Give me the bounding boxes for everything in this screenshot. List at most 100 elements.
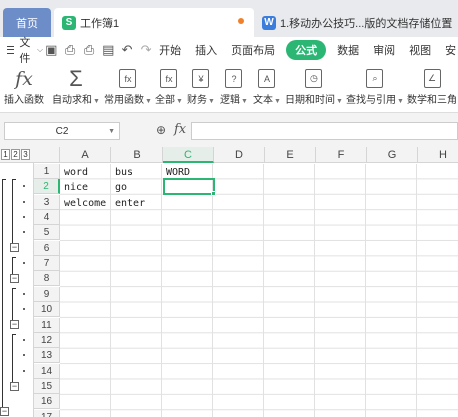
cell-b3[interactable]: enter [112, 196, 163, 211]
outline-dot [23, 370, 25, 372]
column-header-e[interactable]: E [265, 147, 316, 163]
chevron-down-icon[interactable]: ▼ [108, 128, 115, 135]
row-header[interactable]: 2 [34, 179, 60, 194]
column-header-c[interactable]: C [163, 147, 214, 163]
save-icon[interactable]: ▣ [45, 42, 57, 58]
cell-b2[interactable]: go [112, 180, 163, 195]
outline-dot [23, 216, 25, 218]
finance-button[interactable]: ¥ 财务▼ [187, 67, 215, 106]
row-header[interactable]: 5 [34, 225, 60, 240]
formula-bar: C2 ▼ ⊕ fx [0, 113, 458, 147]
math-button[interactable]: ∠ 数学和三角 [407, 67, 457, 106]
menu-item-security[interactable]: 安 [438, 42, 458, 58]
outline-bracket [12, 334, 13, 382]
name-box[interactable]: C2 ▼ [4, 122, 120, 140]
menu-item-start[interactable]: 开始 [152, 42, 188, 58]
row-header[interactable]: 17 [34, 410, 60, 417]
cell-b1[interactable]: bus [112, 165, 163, 180]
column-headers: A B C D E F G H [34, 147, 458, 163]
fx-icon[interactable]: fx [174, 122, 186, 137]
text-label: 文本 [253, 95, 273, 106]
row-outline-bar: − − − − − [0, 163, 34, 417]
file-menu-label: 文件 [19, 37, 31, 65]
select-all-corner[interactable] [34, 147, 60, 163]
row-header[interactable]: 12 [34, 333, 60, 348]
cell-a1[interactable]: word [61, 165, 112, 180]
unsaved-dot-icon [238, 18, 244, 24]
outline-level-2[interactable]: 2 [11, 149, 20, 160]
document-icon: W [262, 15, 276, 30]
insert-function-label: 插入函数 [4, 95, 44, 106]
cell-a3[interactable]: welcome [61, 196, 112, 211]
menu-item-formulas[interactable]: 公式 [286, 40, 327, 60]
formula-input[interactable] [191, 122, 458, 140]
tab-workbook[interactable]: S 工作簿1 [54, 8, 254, 37]
tab-home[interactable]: 首页 [3, 8, 51, 37]
collapse-group-button[interactable]: − [10, 274, 19, 283]
print-preview-icon[interactable]: ⎙ [64, 42, 76, 58]
datetime-button[interactable]: ◷ 日期和时间▼ [285, 67, 343, 106]
math-label: 数学和三角 [407, 95, 457, 106]
row-header[interactable]: 14 [34, 364, 60, 379]
outline-level-3[interactable]: 3 [21, 149, 30, 160]
outline-bracket [12, 257, 13, 274]
column-header-a[interactable]: A [60, 147, 111, 163]
collapse-group-button[interactable]: − [10, 243, 19, 252]
active-cell-c2[interactable] [163, 178, 215, 195]
row-header[interactable]: 3 [34, 195, 60, 210]
row-header[interactable]: 4 [34, 210, 60, 225]
zoom-icon[interactable]: ⊕ [156, 123, 166, 137]
redo-icon[interactable]: ↷ [140, 42, 152, 58]
common-functions-icon: fx [119, 69, 137, 88]
all-functions-button[interactable]: fx 全部▼ [155, 67, 183, 106]
column-header-h[interactable]: H [418, 147, 458, 163]
autosum-button[interactable]: Σ 自动求和▼ [52, 66, 100, 106]
menu-item-insert[interactable]: 插入 [188, 42, 224, 58]
column-header-b[interactable]: B [112, 147, 163, 163]
tab-document[interactable]: W 1.移动办公技巧...版的文档存储位置 [256, 8, 458, 37]
outline-bracket-top [12, 179, 16, 180]
collapse-group-button[interactable]: − [10, 320, 19, 329]
text-button[interactable]: A 文本▼ [253, 67, 281, 106]
row-header[interactable]: 11 [34, 318, 60, 333]
outline-dot [23, 231, 25, 233]
finance-icon: ¥ [192, 69, 210, 88]
print-icon[interactable]: ⎙ [83, 42, 95, 58]
all-functions-icon: fx [160, 69, 178, 88]
file-menu[interactable]: 文件 ⌵ [0, 34, 43, 66]
lookup-button[interactable]: ⌕ 查找与引用▼ [346, 67, 404, 106]
menu-item-view[interactable]: 视图 [402, 42, 438, 58]
lookup-label: 查找与引用 [346, 95, 396, 106]
outline-bracket [2, 179, 3, 411]
outline-level-buttons: 1 2 3 [0, 147, 34, 163]
quick-access-toolbar: ▣ ⎙ ⎙ ▤ ↶ ↷ [43, 42, 152, 58]
menu-item-data[interactable]: 数据 [330, 42, 366, 58]
outline-level-1[interactable]: 1 [1, 149, 10, 160]
insert-function-button[interactable]: fx 插入函数 [4, 67, 44, 106]
collapse-group-button[interactable]: − [0, 407, 9, 416]
menu-item-page-layout[interactable]: 页面布局 [224, 42, 282, 58]
format-painter-icon[interactable]: ▤ [102, 42, 114, 58]
row-header[interactable]: 13 [34, 348, 60, 363]
row-header[interactable]: 1 [34, 164, 60, 179]
column-header-d[interactable]: D [214, 147, 265, 163]
fill-handle[interactable] [211, 191, 216, 196]
row-header[interactable]: 7 [34, 256, 60, 271]
row-header[interactable]: 15 [34, 379, 60, 394]
row-header[interactable]: 6 [34, 241, 60, 256]
cell-a2[interactable]: nice [61, 180, 112, 195]
collapse-group-button[interactable]: − [10, 382, 19, 391]
outline-bracket-top [12, 334, 16, 335]
column-header-f[interactable]: F [316, 147, 367, 163]
undo-icon[interactable]: ↶ [121, 42, 133, 58]
row-header[interactable]: 8 [34, 271, 60, 286]
fx-icon: fx [15, 68, 33, 90]
common-functions-button[interactable]: fx 常用函数▼ [104, 67, 152, 106]
column-header-g[interactable]: G [367, 147, 418, 163]
row-header[interactable]: 10 [34, 302, 60, 317]
row-header[interactable]: 16 [34, 394, 60, 409]
menu-item-review[interactable]: 审阅 [366, 42, 402, 58]
finance-label: 财务 [187, 95, 207, 106]
logic-button[interactable]: ? 逻辑▼ [220, 67, 248, 106]
row-header[interactable]: 9 [34, 287, 60, 302]
